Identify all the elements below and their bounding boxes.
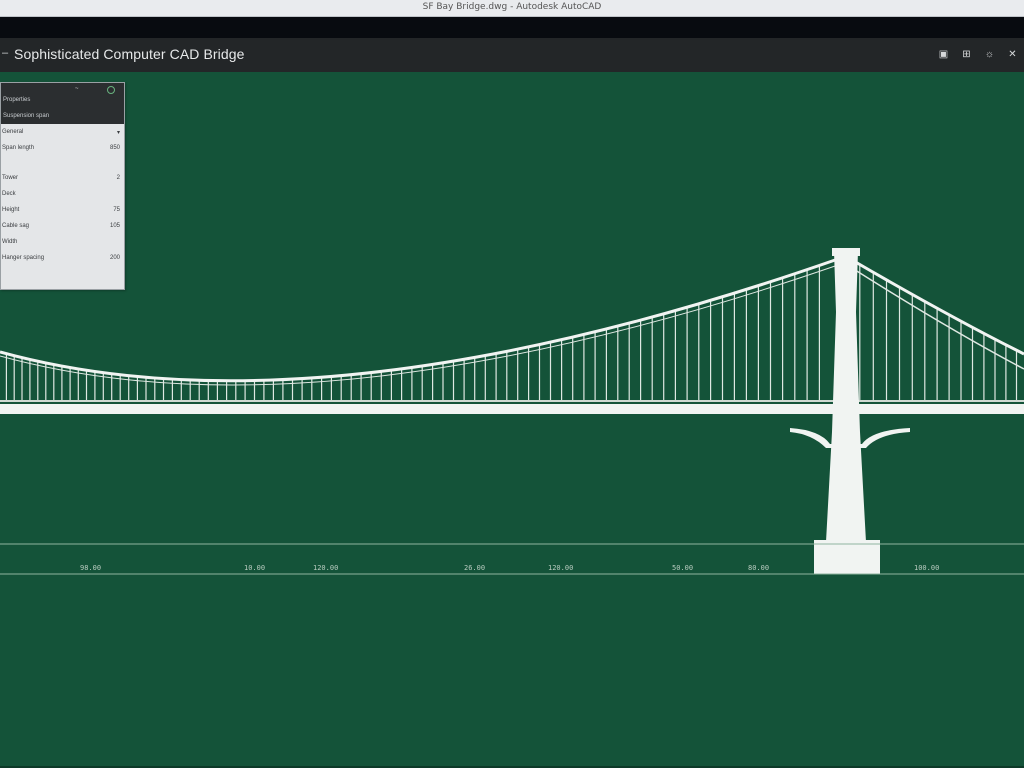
property-row[interactable]: Deck <box>1 191 122 199</box>
dimension-label: 98.00 <box>80 564 102 572</box>
layers-icon[interactable]: ▣ <box>938 49 949 60</box>
property-row[interactable]: Height 75 <box>1 207 122 215</box>
settings-icon[interactable]: ☼ <box>984 49 995 60</box>
dimension-label: 26.00 <box>464 564 486 572</box>
property-label: Height <box>2 207 20 213</box>
tower-footing <box>814 540 880 574</box>
close-icon[interactable]: ✕ <box>1007 49 1018 60</box>
dimension-label: 80.00 <box>748 564 770 572</box>
property-label: Hanger spacing <box>2 255 45 261</box>
properties-control[interactable]: ~ <box>75 86 79 92</box>
properties-panel: Properties Suspension span ~ General ▾ Spa… <box>0 82 125 290</box>
property-label: Cable sag <box>2 223 30 229</box>
dimension-label: 10.00 <box>244 564 266 572</box>
property-value: 2 <box>116 175 120 181</box>
property-label: Deck <box>2 191 16 197</box>
window-title: SF Bay Bridge.dwg - Autodesk AutoCAD <box>422 2 602 12</box>
properties-subtitle: Suspension span <box>3 113 50 119</box>
property-label: Width <box>2 239 18 245</box>
property-label: Tower <box>2 175 19 181</box>
property-row[interactable]: Cable sag 105 <box>1 223 122 231</box>
property-row[interactable]: Width <box>1 239 122 247</box>
property-row[interactable]: Hanger spacing 200 <box>1 255 122 263</box>
property-value: 105 <box>109 223 120 229</box>
toolbar: ▣ ⊞ ☼ ✕ <box>938 49 1018 60</box>
dimension-label: 120.00 <box>313 564 339 572</box>
bridge-deck <box>0 404 1024 414</box>
window-titlebar: SF Bay Bridge.dwg - Autodesk AutoCAD <box>0 0 1024 17</box>
properties-header: Properties Suspension span ~ <box>1 83 124 124</box>
property-value: ▾ <box>116 130 120 136</box>
app-header: – Sophisticated Computer CAD Bridge ▣ ⊞ ☼ ✕ <box>0 38 1024 73</box>
deck-railing <box>0 400 1024 402</box>
main-cable <box>0 257 839 383</box>
dimension-label: 100.00 <box>914 564 940 572</box>
property-row[interactable]: General ▾ <box>1 129 122 137</box>
app-title: Sophisticated Computer CAD Bridge <box>14 46 245 62</box>
property-row[interactable]: Span length 850 <box>1 145 122 153</box>
property-value: 200 <box>109 255 120 261</box>
grid-icon[interactable]: ⊞ <box>961 49 972 60</box>
dimension-label: 50.00 <box>672 564 694 572</box>
property-row[interactable]: Tower 2 <box>1 175 122 183</box>
right-cable <box>851 258 1024 356</box>
hangers <box>5 264 1018 402</box>
properties-title: Properties <box>3 97 31 103</box>
window-frame <box>0 17 1024 38</box>
property-label: Span length <box>2 145 35 151</box>
right-cable-2 <box>851 267 1024 370</box>
bridge-drawing <box>0 248 1024 575</box>
close-panel-icon[interactable] <box>107 86 115 94</box>
dimension-label: 120.00 <box>548 564 574 572</box>
property-label: General <box>2 129 24 135</box>
property-value: 850 <box>109 145 120 151</box>
tower-cap <box>832 248 860 256</box>
property-value: 75 <box>113 207 120 213</box>
dash-icon[interactable]: – <box>2 48 8 59</box>
